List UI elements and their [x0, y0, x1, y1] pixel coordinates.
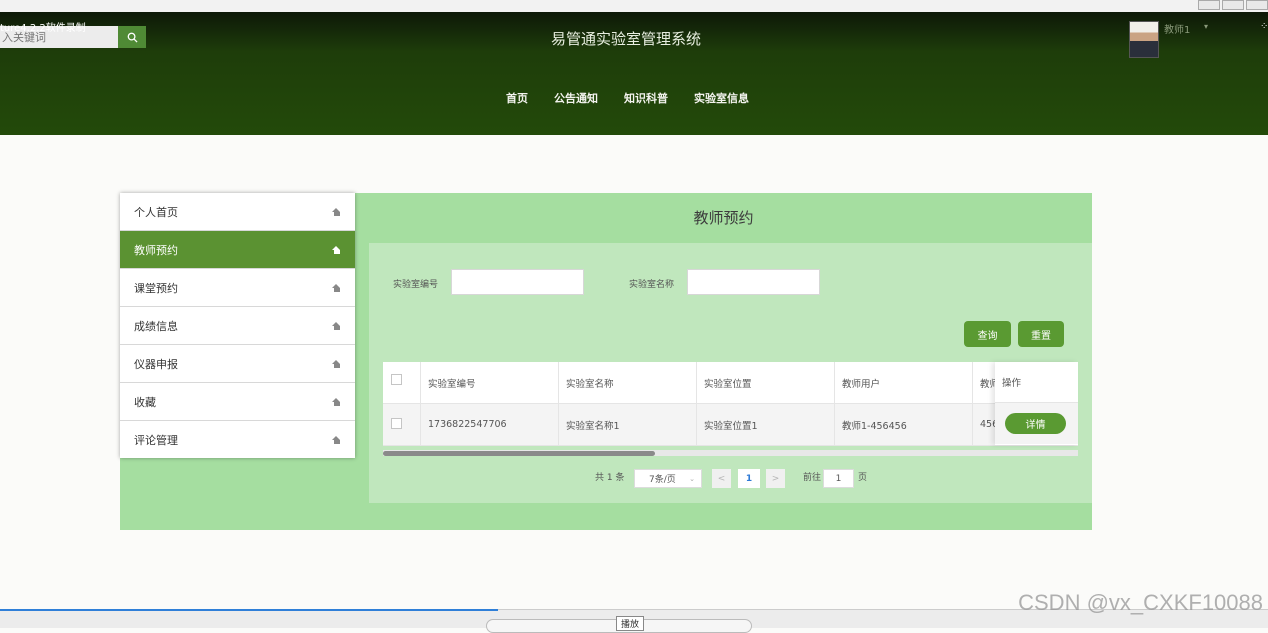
- row-select-cell: [383, 404, 421, 445]
- sidebar-item-equipment[interactable]: 仪器申报: [120, 345, 355, 383]
- lab-no-label: 实验室编号: [393, 280, 439, 290]
- sidebar-item-label: 成绩信息: [134, 319, 178, 333]
- table-cell: 实验室位置1: [697, 404, 835, 445]
- operation-cell: 详情: [995, 403, 1078, 444]
- sidebar-item-label: 仪器申报: [134, 357, 178, 371]
- select-all-cell: [383, 362, 421, 403]
- main-nav: 首页 公告通知 知识科普 实验室信息: [0, 90, 1268, 106]
- booking-table: 实验室编号 实验室名称 实验室位置 教师用户 教师 1736822547706 …: [383, 362, 1078, 446]
- maximize-button[interactable]: [1222, 0, 1244, 10]
- site-title: 易管通实验室管理系统: [550, 30, 701, 48]
- nav-home[interactable]: 首页: [506, 90, 528, 106]
- home-icon: [332, 245, 341, 254]
- table-row[interactable]: 1736822547706 实验室名称1 实验室位置1 教师1-456456 4…: [383, 404, 1078, 446]
- pagination-total: 共 1 条: [595, 473, 625, 483]
- column-header[interactable]: 实验室位置: [697, 362, 835, 403]
- watermark: CSDN @vx_CXKF10088: [1018, 590, 1263, 615]
- lab-no-input[interactable]: [451, 269, 584, 295]
- table-cell: 实验室名称1: [559, 404, 697, 445]
- reset-button[interactable]: 重置: [1018, 321, 1064, 347]
- goto-page-input[interactable]: 1: [823, 469, 854, 488]
- operation-column: 操作 详情: [995, 362, 1078, 445]
- detail-button[interactable]: 详情: [1005, 413, 1066, 434]
- close-button[interactable]: [1246, 0, 1268, 10]
- sidebar-item-comments[interactable]: 评论管理: [120, 421, 355, 458]
- user-name[interactable]: 教师1: [1164, 21, 1190, 36]
- sidebar-item-class-booking[interactable]: 课堂预约: [120, 269, 355, 307]
- sidebar: 个人首页 教师预约 课堂预约 成绩信息 仪器申报 收藏 评论管理: [120, 193, 355, 458]
- lab-name-input[interactable]: [687, 269, 820, 295]
- row-checkbox[interactable]: [391, 418, 402, 429]
- page-size-value: 7条/页: [649, 475, 676, 485]
- page-number-current[interactable]: 1: [738, 469, 760, 488]
- sidebar-item-label: 个人首页: [134, 205, 178, 219]
- nav-lab-info[interactable]: 实验室信息: [694, 90, 749, 106]
- minimize-button[interactable]: [1198, 0, 1220, 10]
- play-button[interactable]: 播放: [616, 616, 645, 631]
- sidebar-item-label: 收藏: [134, 395, 156, 409]
- home-icon: [332, 435, 341, 444]
- table-cell: 1736822547706: [421, 404, 559, 445]
- nav-knowledge[interactable]: 知识科普: [624, 90, 668, 106]
- column-header[interactable]: 实验室名称: [559, 362, 697, 403]
- table-header-row: 实验室编号 实验室名称 实验室位置 教师用户 教师: [383, 362, 1078, 404]
- home-icon: [332, 321, 341, 330]
- site-header: ture4.2.2软件录制 易管通实验室管理系统 教师1 ▾ ⁘ 首页 公告通知…: [0, 12, 1268, 135]
- scrollbar-thumb[interactable]: [383, 451, 655, 456]
- home-icon: [332, 359, 341, 368]
- sidebar-item-teacher-booking[interactable]: 教师预约: [120, 231, 355, 269]
- home-icon: [332, 283, 341, 292]
- page-unit-label: 页: [858, 473, 868, 483]
- sidebar-item-label: 教师预约: [134, 243, 178, 257]
- query-button[interactable]: 查询: [964, 321, 1011, 347]
- sidebar-item-grades[interactable]: 成绩信息: [120, 307, 355, 345]
- table-cell: 教师1-456456: [835, 404, 973, 445]
- grid-menu-icon[interactable]: ⁘: [1260, 21, 1268, 32]
- page-title: 教师预约: [693, 209, 754, 227]
- next-page-button[interactable]: >: [766, 469, 785, 488]
- sidebar-item-label: 课堂预约: [134, 281, 178, 295]
- column-header: 操作: [995, 362, 1078, 403]
- goto-label: 前往: [803, 473, 822, 483]
- select-all-checkbox[interactable]: [391, 374, 402, 385]
- chevron-down-icon: ⌄: [689, 474, 695, 483]
- window-controls: [1196, 0, 1268, 10]
- column-header[interactable]: 教师用户: [835, 362, 973, 403]
- home-icon: [332, 207, 341, 216]
- home-icon: [332, 397, 341, 406]
- lab-name-label: 实验室名称: [629, 280, 675, 290]
- window-chrome: [0, 0, 1268, 12]
- progress-line: [0, 609, 498, 611]
- chevron-down-icon[interactable]: ▾: [1204, 22, 1208, 31]
- sidebar-item-label: 评论管理: [134, 433, 178, 447]
- sidebar-item-profile[interactable]: 个人首页: [120, 193, 355, 231]
- page-size-select[interactable]: 7条/页 ⌄: [634, 469, 702, 488]
- nav-notice[interactable]: 公告通知: [554, 90, 598, 106]
- avatar[interactable]: [1129, 21, 1159, 58]
- sidebar-item-favorites[interactable]: 收藏: [120, 383, 355, 421]
- column-header[interactable]: 实验室编号: [421, 362, 559, 403]
- prev-page-button[interactable]: <: [712, 469, 731, 488]
